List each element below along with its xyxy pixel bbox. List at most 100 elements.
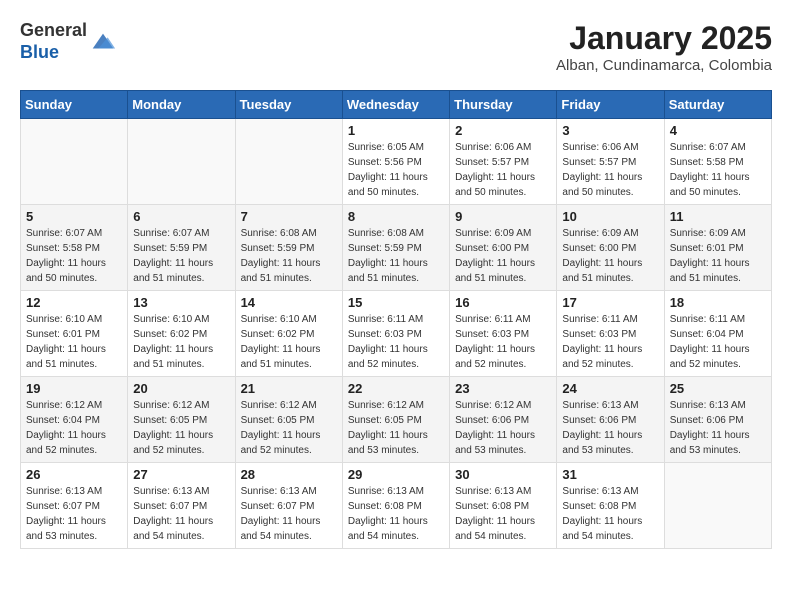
logo-text: General Blue bbox=[20, 20, 117, 63]
day-info: Sunrise: 6:11 AMSunset: 6:03 PMDaylight:… bbox=[455, 312, 551, 372]
logo-blue: Blue bbox=[20, 42, 59, 62]
day-info: Sunrise: 6:11 AMSunset: 6:04 PMDaylight:… bbox=[670, 312, 766, 372]
sunset-text: Sunset: 6:08 PM bbox=[562, 499, 658, 514]
sunrise-text: Sunrise: 6:06 AM bbox=[455, 140, 551, 155]
calendar-cell: 24 Sunrise: 6:13 AMSunset: 6:06 PMDayligh… bbox=[557, 377, 664, 463]
sunset-text: Sunset: 5:57 PM bbox=[455, 155, 551, 170]
day-number: 1 bbox=[348, 123, 444, 138]
day-number: 11 bbox=[670, 209, 766, 224]
day-number: 4 bbox=[670, 123, 766, 138]
daylight-text: Daylight: 11 hours and 54 minutes. bbox=[133, 514, 229, 544]
month-title: January 2025 bbox=[556, 20, 772, 57]
calendar-cell: 10Sunrise: 6:09 AMSunset: 6:00 PMDayligh… bbox=[557, 205, 664, 291]
sunrise-text: Sunrise: 6:12 AM bbox=[455, 398, 551, 413]
weekday-header: Monday bbox=[128, 91, 235, 119]
sunrise-text: Sunrise: 6:08 AM bbox=[241, 226, 337, 241]
calendar-cell bbox=[664, 463, 771, 549]
daylight-text: Daylight: 11 hours and 52 minutes. bbox=[455, 342, 551, 372]
title-block: January 2025 Alban, Cundinamarca, Colomb… bbox=[556, 20, 772, 74]
sunset-text: Sunset: 5:59 PM bbox=[133, 241, 229, 256]
calendar-cell: 5Sunrise: 6:07 AMSunset: 5:58 PMDaylight… bbox=[21, 205, 128, 291]
sunrise-text: Sunrise: 6:09 AM bbox=[562, 226, 658, 241]
logo: General Blue bbox=[20, 20, 117, 63]
weekday-header: Thursday bbox=[450, 91, 557, 119]
sunrise-text: Sunrise: 6:05 AM bbox=[348, 140, 444, 155]
calendar-cell: 8Sunrise: 6:08 AMSunset: 5:59 PMDaylight… bbox=[342, 205, 449, 291]
calendar-cell: 4Sunrise: 6:07 AMSunset: 5:58 PMDaylight… bbox=[664, 119, 771, 205]
sunset-text: Sunset: 6:00 PM bbox=[455, 241, 551, 256]
day-number: 26 bbox=[26, 467, 122, 482]
sunset-text: Sunset: 6:06 PM bbox=[455, 413, 551, 428]
sunset-text: Sunset: 6:07 PM bbox=[133, 499, 229, 514]
calendar-cell: 29 Sunrise: 6:13 AMSunset: 6:08 PMDayligh… bbox=[342, 463, 449, 549]
calendar-table: SundayMondayTuesdayWednesdayThursdayFrid… bbox=[20, 90, 772, 549]
daylight-text: Daylight: 11 hours and 53 minutes. bbox=[455, 428, 551, 458]
sunrise-text: Sunrise: 6:10 AM bbox=[26, 312, 122, 327]
calendar-cell: 7Sunrise: 6:08 AMSunset: 5:59 PMDaylight… bbox=[235, 205, 342, 291]
sunset-text: Sunset: 6:07 PM bbox=[241, 499, 337, 514]
day-info: Sunrise: 6:13 AMSunset: 6:06 PMDaylight:… bbox=[562, 398, 658, 458]
sunrise-text: Sunrise: 6:07 AM bbox=[670, 140, 766, 155]
day-number: 18 bbox=[670, 295, 766, 310]
sunrise-text: Sunrise: 6:12 AM bbox=[26, 398, 122, 413]
calendar-cell: 14Sunrise: 6:10 AMSunset: 6:02 PMDayligh… bbox=[235, 291, 342, 377]
weekday-header: Saturday bbox=[664, 91, 771, 119]
calendar-cell: 13Sunrise: 6:10 AMSunset: 6:02 PMDayligh… bbox=[128, 291, 235, 377]
sunset-text: Sunset: 6:01 PM bbox=[26, 327, 122, 342]
day-number: 19 bbox=[26, 381, 122, 396]
calendar-cell: 2Sunrise: 6:06 AMSunset: 5:57 PMDaylight… bbox=[450, 119, 557, 205]
calendar-cell bbox=[235, 119, 342, 205]
day-number: 13 bbox=[133, 295, 229, 310]
location: Alban, Cundinamarca, Colombia bbox=[556, 57, 772, 74]
day-info: Sunrise: 6:13 AMSunset: 6:08 PMDaylight:… bbox=[348, 484, 444, 544]
sunrise-text: Sunrise: 6:12 AM bbox=[241, 398, 337, 413]
day-info: Sunrise: 6:06 AMSunset: 5:57 PMDaylight:… bbox=[455, 140, 551, 200]
calendar-cell: 1Sunrise: 6:05 AMSunset: 5:56 PMDaylight… bbox=[342, 119, 449, 205]
day-number: 20 bbox=[133, 381, 229, 396]
daylight-text: Daylight: 11 hours and 50 minutes. bbox=[26, 256, 122, 286]
daylight-text: Daylight: 11 hours and 51 minutes. bbox=[455, 256, 551, 286]
day-info: Sunrise: 6:12 AMSunset: 6:05 PMDaylight:… bbox=[348, 398, 444, 458]
sunset-text: Sunset: 6:03 PM bbox=[562, 327, 658, 342]
daylight-text: Daylight: 11 hours and 52 minutes. bbox=[133, 428, 229, 458]
calendar-cell: 15Sunrise: 6:11 AMSunset: 6:03 PMDayligh… bbox=[342, 291, 449, 377]
sunrise-text: Sunrise: 6:13 AM bbox=[241, 484, 337, 499]
sunset-text: Sunset: 6:04 PM bbox=[26, 413, 122, 428]
daylight-text: Daylight: 11 hours and 51 minutes. bbox=[26, 342, 122, 372]
day-number: 16 bbox=[455, 295, 551, 310]
calendar-week-row: 19Sunrise: 6:12 AMSunset: 6:04 PMDayligh… bbox=[21, 377, 772, 463]
day-number: 22 bbox=[348, 381, 444, 396]
daylight-text: Daylight: 11 hours and 50 minutes. bbox=[455, 170, 551, 200]
day-number: 24 bbox=[562, 381, 658, 396]
sunset-text: Sunset: 6:03 PM bbox=[455, 327, 551, 342]
calendar-week-row: 26Sunrise: 6:13 AMSunset: 6:07 PMDayligh… bbox=[21, 463, 772, 549]
day-number: 28 bbox=[241, 467, 337, 482]
calendar-cell: 22 Sunrise: 6:12 AMSunset: 6:05 PMDayligh… bbox=[342, 377, 449, 463]
sunset-text: Sunset: 5:58 PM bbox=[670, 155, 766, 170]
calendar-cell: 3Sunrise: 6:06 AMSunset: 5:57 PMDaylight… bbox=[557, 119, 664, 205]
day-number: 27 bbox=[133, 467, 229, 482]
daylight-text: Daylight: 11 hours and 52 minutes. bbox=[562, 342, 658, 372]
sunset-text: Sunset: 6:02 PM bbox=[133, 327, 229, 342]
weekday-header-row: SundayMondayTuesdayWednesdayThursdayFrid… bbox=[21, 91, 772, 119]
calendar-cell: 18 Sunrise: 6:11 AMSunset: 6:04 PMDayligh… bbox=[664, 291, 771, 377]
day-info: Sunrise: 6:13 AMSunset: 6:08 PMDaylight:… bbox=[562, 484, 658, 544]
daylight-text: Daylight: 11 hours and 51 minutes. bbox=[562, 256, 658, 286]
sunrise-text: Sunrise: 6:09 AM bbox=[455, 226, 551, 241]
calendar-cell: 26Sunrise: 6:13 AMSunset: 6:07 PMDayligh… bbox=[21, 463, 128, 549]
day-number: 9 bbox=[455, 209, 551, 224]
day-number: 29 bbox=[348, 467, 444, 482]
calendar-cell: 19Sunrise: 6:12 AMSunset: 6:04 PMDayligh… bbox=[21, 377, 128, 463]
calendar-cell: 12Sunrise: 6:10 AMSunset: 6:01 PMDayligh… bbox=[21, 291, 128, 377]
sunset-text: Sunset: 6:08 PM bbox=[348, 499, 444, 514]
calendar-cell: 28 Sunrise: 6:13 AMSunset: 6:07 PMDayligh… bbox=[235, 463, 342, 549]
weekday-header: Wednesday bbox=[342, 91, 449, 119]
day-number: 14 bbox=[241, 295, 337, 310]
day-number: 10 bbox=[562, 209, 658, 224]
calendar-cell: 20Sunrise: 6:12 AMSunset: 6:05 PMDayligh… bbox=[128, 377, 235, 463]
logo-icon bbox=[89, 28, 117, 56]
daylight-text: Daylight: 11 hours and 52 minutes. bbox=[670, 342, 766, 372]
daylight-text: Daylight: 11 hours and 54 minutes. bbox=[455, 514, 551, 544]
daylight-text: Daylight: 11 hours and 54 minutes. bbox=[241, 514, 337, 544]
day-number: 15 bbox=[348, 295, 444, 310]
